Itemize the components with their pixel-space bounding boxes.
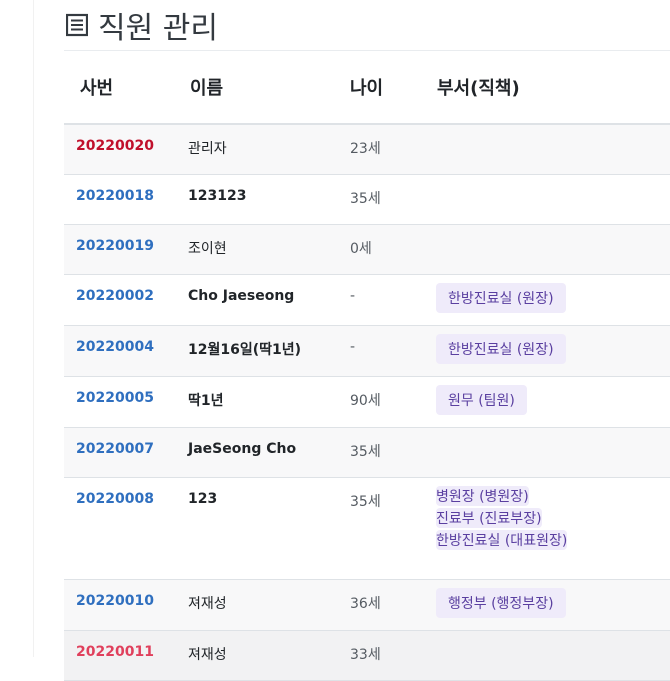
employee-age: 35세 bbox=[346, 427, 434, 478]
dept-badge: 한방진료실 (원장) bbox=[436, 283, 566, 313]
employee-id[interactable]: 20220018 bbox=[64, 174, 176, 225]
employee-age: 23세 bbox=[346, 124, 434, 175]
employee-dept bbox=[434, 224, 670, 275]
employee-dept: 병원장 (병원장) 진료부 (진료부장) 한방진료실 (대표원장) bbox=[434, 477, 670, 580]
header-id[interactable]: 사번 bbox=[64, 51, 176, 125]
employee-dept: 행정부 (행정부장) bbox=[434, 579, 670, 631]
employee-id[interactable]: 20220011 bbox=[64, 630, 176, 681]
employee-age: 0세 bbox=[346, 224, 434, 275]
employee-name: 123 bbox=[176, 477, 346, 580]
dept-badge: 진료부 (진료부장) bbox=[436, 508, 542, 528]
employee-age: 36세 bbox=[346, 579, 434, 631]
page-title: 직원 관리 bbox=[98, 11, 218, 46]
employee-name: Cho Jaeseong bbox=[176, 274, 346, 326]
sidebar-divider bbox=[33, 0, 34, 657]
employee-dept bbox=[434, 427, 670, 478]
table-row[interactable]: 20220018 123123 35세 bbox=[64, 174, 670, 225]
header-age[interactable]: 나이 bbox=[346, 51, 434, 125]
employee-id[interactable]: 20220019 bbox=[64, 224, 176, 275]
header-dept[interactable]: 부서(직책) bbox=[434, 51, 670, 125]
employee-dept: 한방진료실 (원장) bbox=[434, 274, 670, 326]
table-header-row: 사번 이름 나이 부서(직책) bbox=[64, 51, 670, 125]
employee-name: 딱1년 bbox=[176, 376, 346, 428]
employee-age: 33세 bbox=[346, 630, 434, 681]
main-content: 직원 관리 사번 이름 나이 부서(직책) 20220020 관리자 23세 2… bbox=[64, 0, 670, 681]
table-row[interactable]: 20220005 딱1년 90세 원무 (팀원) bbox=[64, 376, 670, 428]
employee-name: 123123 bbox=[176, 174, 346, 225]
table-row[interactable]: 20220002 Cho Jaeseong - 한방진료실 (원장) bbox=[64, 274, 670, 326]
dept-badge-list: 병원장 (병원장) 진료부 (진료부장) 한방진료실 (대표원장) bbox=[436, 486, 670, 550]
dept-badge: 원무 (팀원) bbox=[436, 385, 527, 415]
dept-badge: 병원장 (병원장) bbox=[436, 486, 529, 506]
employee-age: 90세 bbox=[346, 376, 434, 428]
employee-id[interactable]: 20220004 bbox=[64, 325, 176, 377]
employee-dept bbox=[434, 174, 670, 225]
employee-dept bbox=[434, 630, 670, 681]
dept-badge: 한방진료실 (원장) bbox=[436, 334, 566, 364]
employee-dept: 원무 (팀원) bbox=[434, 376, 670, 428]
employee-id[interactable]: 20220010 bbox=[64, 579, 176, 631]
employee-id[interactable]: 20220002 bbox=[64, 274, 176, 326]
employee-id[interactable]: 20220007 bbox=[64, 427, 176, 478]
employee-id[interactable]: 20220020 bbox=[64, 124, 176, 175]
table-row[interactable]: 20220020 관리자 23세 bbox=[64, 124, 670, 175]
employee-age: 35세 bbox=[346, 174, 434, 225]
employee-name: 조이현 bbox=[176, 224, 346, 275]
employee-age: - bbox=[346, 325, 434, 377]
employee-name: JaeSeong Cho bbox=[176, 427, 346, 478]
table-row[interactable]: 20220019 조이현 0세 bbox=[64, 224, 670, 275]
employee-name: 져재성 bbox=[176, 630, 346, 681]
table-row[interactable]: 20220007 JaeSeong Cho 35세 bbox=[64, 427, 670, 478]
dept-badge: 행정부 (행정부장) bbox=[436, 588, 566, 618]
list-icon bbox=[66, 13, 88, 37]
employee-dept bbox=[434, 124, 670, 175]
employee-dept: 한방진료실 (원장) bbox=[434, 325, 670, 377]
dept-badge: 한방진료실 (대표원장) bbox=[436, 530, 568, 550]
employee-id[interactable]: 20220008 bbox=[64, 477, 176, 580]
table-row[interactable]: 20220010 져재성 36세 행정부 (행정부장) bbox=[64, 579, 670, 631]
table-row[interactable]: 20220008 123 35세 병원장 (병원장) 진료부 (진료부장) 한방… bbox=[64, 477, 670, 580]
employee-name: 관리자 bbox=[176, 124, 346, 175]
header-name[interactable]: 이름 bbox=[176, 51, 346, 125]
employee-age: - bbox=[346, 274, 434, 326]
staff-table: 사번 이름 나이 부서(직책) 20220020 관리자 23세 2022001… bbox=[64, 51, 670, 681]
employee-name: 12월16일(딱1년) bbox=[176, 325, 346, 377]
table-row[interactable]: 20220011 져재성 33세 bbox=[64, 630, 670, 681]
employee-age: 35세 bbox=[346, 477, 434, 580]
employee-name: 져재성 bbox=[176, 579, 346, 631]
employee-id[interactable]: 20220005 bbox=[64, 376, 176, 428]
table-row[interactable]: 20220004 12월16일(딱1년) - 한방진료실 (원장) bbox=[64, 325, 670, 377]
page-header: 직원 관리 bbox=[64, 0, 670, 51]
